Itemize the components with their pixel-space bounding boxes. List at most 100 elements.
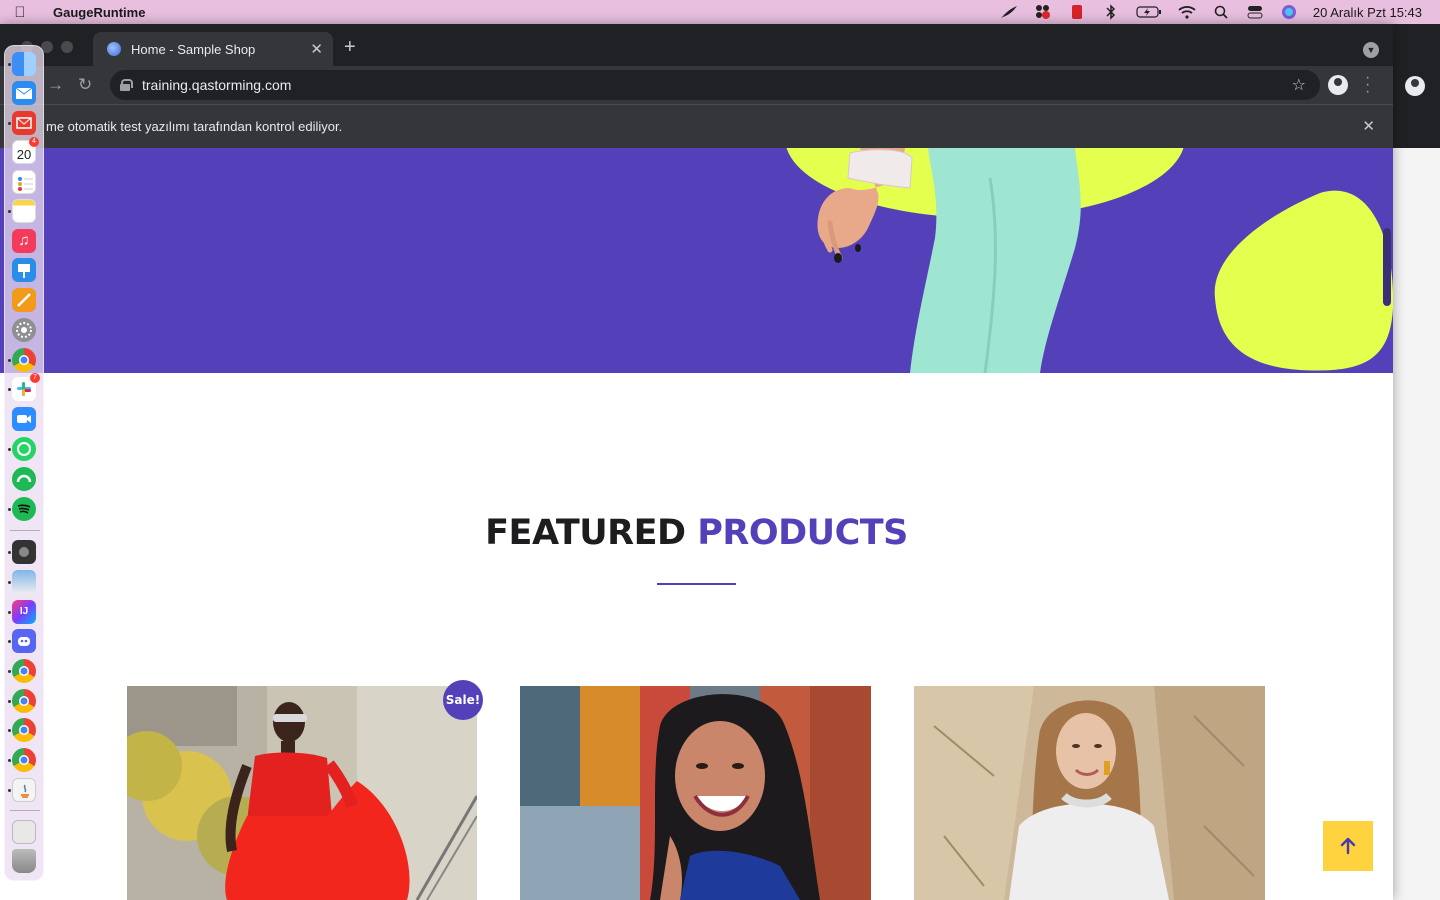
calendar-badge: 4	[29, 137, 39, 147]
red-app-icon[interactable]	[1067, 4, 1087, 20]
dock-whatsapp-icon[interactable]	[12, 437, 36, 461]
apple-menu-icon[interactable]: 	[0, 4, 40, 21]
product-image-3[interactable]	[914, 686, 1265, 900]
siri-icon[interactable]	[1279, 4, 1299, 20]
dock-chrome-icon-3[interactable]	[12, 689, 36, 713]
product-photo-smiling-woman	[520, 686, 871, 900]
url-text[interactable]: training.qastorming.com	[142, 77, 291, 93]
running-indicator	[8, 789, 11, 792]
heading-underline	[657, 583, 736, 585]
running-indicator	[8, 359, 11, 362]
status-area: 20 Aralık Pzt 15:43	[999, 4, 1440, 20]
product-image-1[interactable]	[127, 686, 477, 900]
site-favicon-icon	[107, 42, 121, 56]
dock-separator	[10, 810, 40, 811]
running-indicator	[8, 611, 11, 614]
hero-illustration	[786, 148, 1393, 373]
dock-intellij-icon[interactable]: IJ	[12, 600, 36, 624]
product-image-2[interactable]	[520, 686, 871, 900]
running-indicator	[8, 670, 11, 673]
dock-speedtest-icon[interactable]	[12, 467, 36, 491]
dock-pages-icon[interactable]	[12, 288, 36, 312]
dock-slack-icon[interactable]: 7	[12, 373, 40, 401]
running-indicator	[8, 640, 11, 643]
calendar-day: 20	[16, 147, 32, 162]
background-window-page	[1393, 148, 1440, 900]
running-indicator	[8, 63, 11, 66]
scroll-to-top-button[interactable]	[1323, 821, 1373, 871]
dock-trash-icon[interactable]	[12, 849, 36, 873]
running-indicator	[8, 551, 11, 554]
dock-system-preferences-icon[interactable]	[12, 318, 36, 342]
slack-badge: 7	[30, 373, 40, 383]
active-app-name[interactable]: GaugeRuntime	[53, 5, 145, 20]
dock-mail-icon[interactable]	[12, 81, 36, 105]
tab-title: Home - Sample Shop	[131, 41, 256, 57]
dock-chrome-icon-4[interactable]	[12, 718, 36, 742]
close-infobar-icon[interactable]: ✕	[1362, 117, 1375, 135]
dock-calendar-icon[interactable]: 20 4	[12, 137, 39, 164]
dock-chrome-icon-5[interactable]	[12, 748, 36, 772]
automation-infobar: me otomatik test yazılımı tarafından kon…	[0, 104, 1393, 148]
lock-icon[interactable]	[120, 79, 133, 91]
extension-icon[interactable]	[1033, 4, 1053, 20]
bluetooth-icon[interactable]	[1101, 4, 1121, 20]
menu-bar:  GaugeRuntime 20 Aralık Pzt 15:43	[0, 0, 1440, 24]
background-profile-icon	[1405, 76, 1425, 96]
running-indicator	[8, 700, 11, 703]
running-indicator	[8, 581, 11, 584]
new-tab-icon[interactable]: +	[344, 36, 356, 59]
dock-notes-icon[interactable]	[12, 199, 36, 223]
address-bar[interactable]: training.qastorming.com ☆	[110, 70, 1320, 100]
forward-icon[interactable]: →	[47, 75, 64, 95]
sale-badge: Sale!	[443, 680, 483, 720]
quill-icon[interactable]	[999, 4, 1019, 20]
dock-reminders-icon[interactable]	[12, 170, 36, 194]
zoom-window-icon[interactable]	[61, 41, 73, 53]
arrow-up-icon	[1340, 837, 1356, 855]
tab-home[interactable]: Home - Sample Shop ✕	[93, 32, 333, 66]
browser-window: Home - Sample Shop ✕ + ▼ → ↻ training.qa…	[0, 24, 1393, 900]
heading-word-featured: FEATURED	[485, 513, 686, 553]
hero-banner	[0, 148, 1393, 373]
dock-java-icon[interactable]	[12, 778, 36, 802]
running-indicator	[8, 729, 11, 732]
background-window-edge	[1393, 24, 1440, 148]
running-indicator	[8, 210, 11, 213]
browser-toolbar: → ↻ training.qastorming.com ☆ · · ·	[0, 66, 1393, 104]
battery-icon[interactable]	[1135, 4, 1163, 20]
dock-airmail-icon[interactable]	[12, 111, 36, 135]
bookmark-star-icon[interactable]: ☆	[1292, 75, 1306, 95]
dock: 20 4 ♫ 7 IJ	[4, 45, 44, 881]
dock-chrome-icon[interactable]	[12, 348, 36, 372]
wifi-icon[interactable]	[1177, 4, 1197, 20]
running-indicator	[8, 388, 11, 391]
page-scrollbar[interactable]	[1383, 228, 1391, 306]
dock-chrome-icon-2[interactable]	[12, 659, 36, 683]
dock-screenshot-icon[interactable]	[12, 540, 36, 564]
browser-menu-icon[interactable]: · · ·	[1365, 70, 1370, 100]
dock-finder-icon[interactable]	[12, 52, 36, 76]
dock-music-icon[interactable]: ♫	[12, 229, 36, 253]
tab-search-icon[interactable]: ▼	[1363, 42, 1379, 58]
date-time[interactable]: 20 Aralık Pzt 15:43	[1313, 5, 1422, 20]
dock-zoom-icon[interactable]	[12, 407, 36, 431]
product-photo-red-dress	[127, 686, 477, 900]
dock-spotify-icon[interactable]	[12, 497, 36, 521]
dock-preview-icon[interactable]	[12, 570, 36, 594]
heading-word-products: PRODUCTS	[697, 513, 908, 553]
dock-downloads-icon[interactable]	[12, 820, 36, 844]
tab-strip: Home - Sample Shop ✕ + ▼	[0, 24, 1393, 66]
featured-products-heading: FEATURED PRODUCTS	[0, 513, 1393, 553]
running-indicator	[8, 759, 11, 762]
spotlight-search-icon[interactable]	[1211, 4, 1231, 20]
close-tab-icon[interactable]: ✕	[310, 40, 323, 58]
infobar-message: me otomatik test yazılımı tarafından kon…	[46, 119, 343, 134]
control-center-icon[interactable]	[1245, 4, 1265, 20]
reload-icon[interactable]: ↻	[78, 75, 92, 95]
profile-icon[interactable]	[1328, 75, 1348, 95]
dock-keynote-icon[interactable]	[12, 258, 36, 282]
dock-discord-icon[interactable]	[12, 629, 36, 653]
running-indicator	[8, 122, 11, 125]
running-indicator	[8, 508, 11, 511]
